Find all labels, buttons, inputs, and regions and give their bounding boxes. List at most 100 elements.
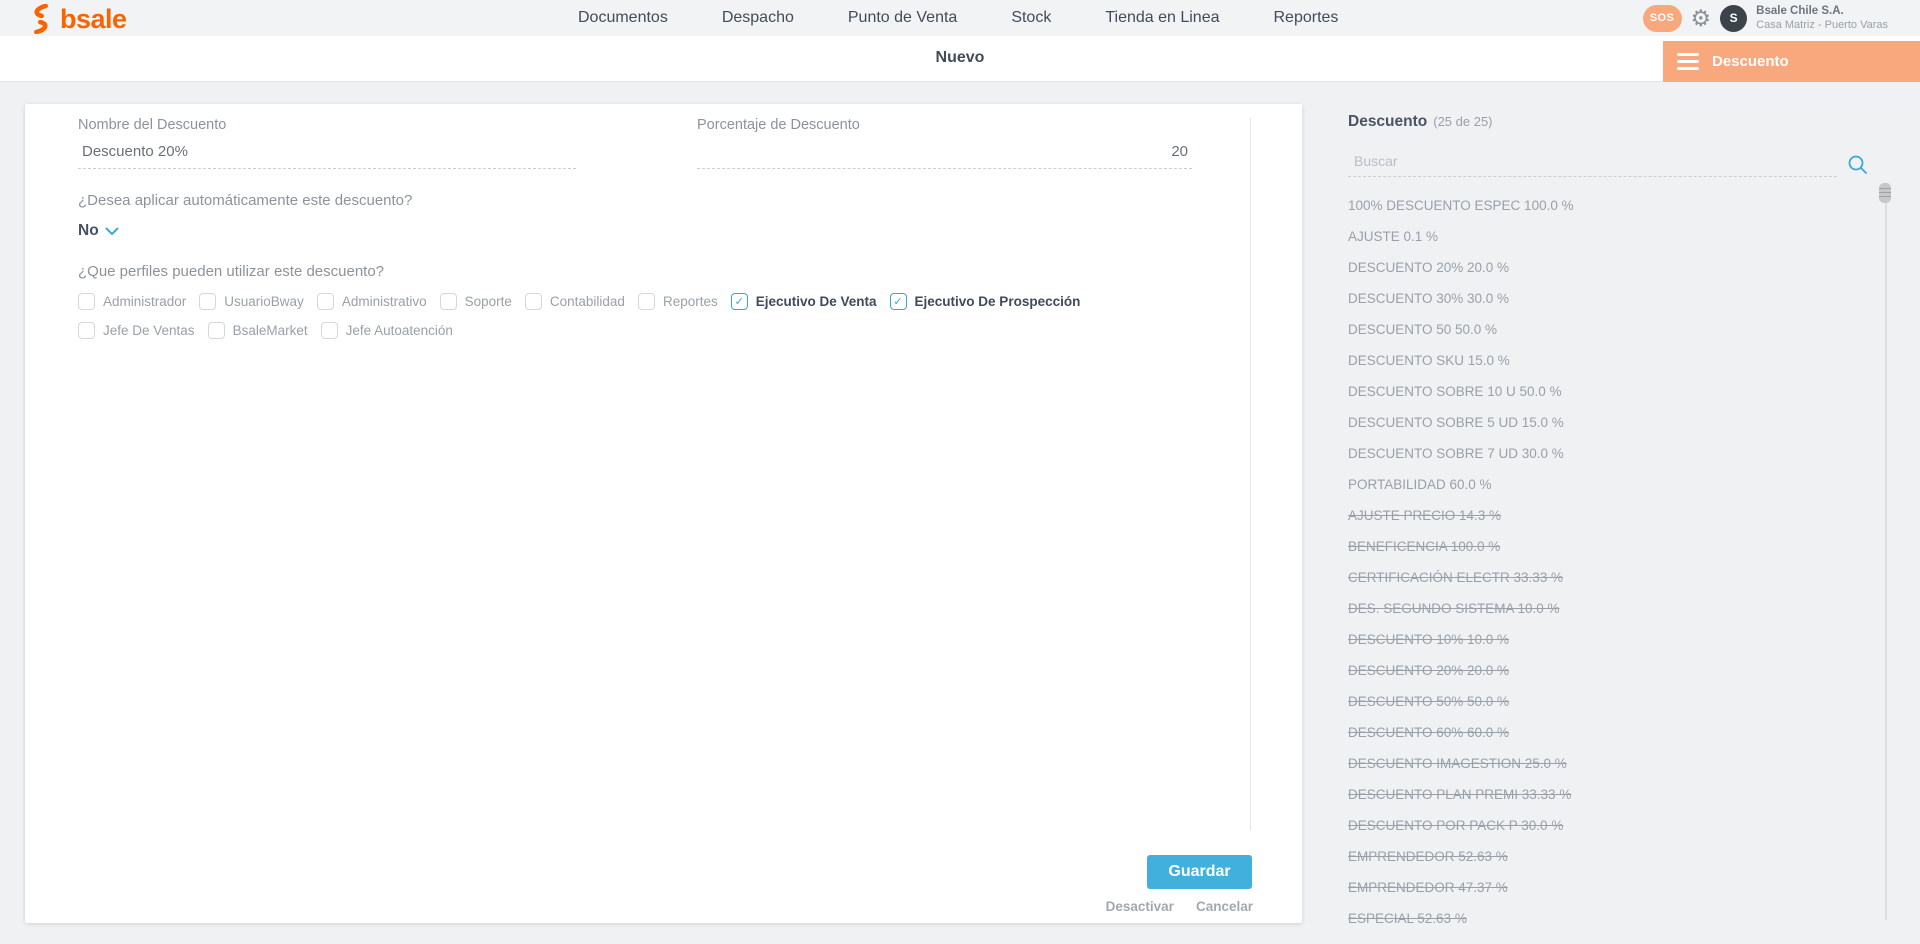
profile-label: Contabilidad xyxy=(550,294,625,309)
discount-list-item[interactable]: AJUSTE PRECIO 14.3 % xyxy=(1348,500,1868,531)
nav-tab-stock[interactable]: Stock xyxy=(1011,9,1051,27)
sos-button[interactable]: SOS xyxy=(1643,5,1682,32)
company-branch: Casa Matriz - Puerto Varas xyxy=(1756,18,1888,32)
nav-tab-punto-de-venta[interactable]: Punto de Venta xyxy=(848,9,957,27)
checkbox-unchecked-icon[interactable] xyxy=(317,293,334,310)
menu-icon[interactable] xyxy=(1677,53,1699,70)
profile-checkbox-usuariobway[interactable]: UsuarioBway xyxy=(199,293,304,310)
discount-list-item[interactable]: DESCUENTO SOBRE 5 UD 15.0 % xyxy=(1348,407,1868,438)
discount-list-item[interactable]: DESCUENTO 50 50.0 % xyxy=(1348,314,1868,345)
sidebar-header: Descuento (25 de 25) xyxy=(1348,113,1868,131)
discount-list-item[interactable]: BENEFICENCIA 100.0 % xyxy=(1348,531,1868,562)
discount-list-item[interactable]: 100% DESCUENTO ESPEC 100.0 % xyxy=(1348,190,1868,221)
subnav-bar: Nuevo xyxy=(0,36,1920,82)
discount-name-input[interactable] xyxy=(78,143,576,169)
profile-checkbox-contabilidad[interactable]: Contabilidad xyxy=(525,293,625,310)
profile-checkbox-bsalemarket[interactable]: BsaleMarket xyxy=(208,322,308,339)
bsale-logo-text: bsale xyxy=(60,4,127,34)
discount-list-item[interactable]: DES. SEGUNDO SISTEMA 10.0 % xyxy=(1348,593,1868,624)
profile-label: Soporte xyxy=(465,294,512,309)
discount-list-item[interactable]: DESCUENTO SOBRE 7 UD 30.0 % xyxy=(1348,438,1868,469)
checkbox-unchecked-icon[interactable] xyxy=(525,293,542,310)
sidebar-scrollbar-thumb[interactable] xyxy=(1879,183,1891,203)
checkbox-unchecked-icon[interactable] xyxy=(78,322,95,339)
discount-percentage-input[interactable] xyxy=(697,143,1192,169)
company-name: Bsale Chile S.A. xyxy=(1756,4,1888,18)
profile-checkbox-soporte[interactable]: Soporte xyxy=(440,293,512,310)
profile-checkbox-jefe-autoatencion[interactable]: Jefe Autoatención xyxy=(321,322,453,339)
profile-checkbox-administrativo[interactable]: Administrativo xyxy=(317,293,427,310)
sidebar-scrollbar-track[interactable] xyxy=(1885,183,1887,920)
nav-tab-documentos[interactable]: Documentos xyxy=(578,9,668,27)
checkbox-unchecked-icon[interactable] xyxy=(638,293,655,310)
discount-list-item[interactable]: CERTIFICACIÓN ELECTR 33.33 % xyxy=(1348,562,1868,593)
sidebar-title: Descuento xyxy=(1348,113,1427,131)
chevron-down-icon xyxy=(105,227,119,236)
auto-apply-value: No xyxy=(78,222,99,240)
profile-label: Ejecutivo De Venta xyxy=(756,294,877,309)
discount-list-item[interactable]: DESCUENTO SOBRE 10 U 50.0 % xyxy=(1348,376,1868,407)
discount-list-item[interactable]: DESCUENTO 20% 20.0 % xyxy=(1348,655,1868,686)
search-input[interactable] xyxy=(1348,153,1837,177)
discount-form-card: Nombre del Descuento Porcentaje de Descu… xyxy=(25,104,1302,923)
checkbox-unchecked-icon[interactable] xyxy=(199,293,216,310)
gear-icon[interactable]: ⚙ xyxy=(1691,5,1712,32)
profile-checkbox-administrador[interactable]: Administrador xyxy=(78,293,186,310)
discount-list-item[interactable]: PORTABILIDAD 60.0 % xyxy=(1348,469,1868,500)
discount-list-item[interactable]: DESCUENTO SKU 15.0 % xyxy=(1348,345,1868,376)
search-icon[interactable] xyxy=(1847,154,1868,175)
discount-list-item[interactable]: AJUSTE 0.1 % xyxy=(1348,221,1868,252)
checkbox-unchecked-icon[interactable] xyxy=(208,322,225,339)
checkbox-checked-icon[interactable]: ✓ xyxy=(731,293,748,310)
discount-list-item[interactable]: EMPRENDEDOR 47.37 % xyxy=(1348,872,1868,903)
profile-checkbox-jefe-de-ventas[interactable]: Jefe De Ventas xyxy=(78,322,195,339)
deactivate-link[interactable]: Desactivar xyxy=(1106,899,1174,914)
profile-label: Ejecutivo De Prospección xyxy=(915,294,1081,309)
discount-list-item[interactable]: ESPECIAL 52.63 % xyxy=(1348,903,1868,934)
discount-list-item[interactable]: DESCUENTO POR PACK P 30.0 % xyxy=(1348,810,1868,841)
profile-checkbox-ejecutivo-de-prospeccion[interactable]: ✓ Ejecutivo De Prospección xyxy=(890,293,1081,310)
discount-list-item[interactable]: DESCUENTO 30% 30.0 % xyxy=(1348,283,1868,314)
discount-form: Nombre del Descuento Porcentaje de Descu… xyxy=(78,117,1192,339)
profile-label: Jefe De Ventas xyxy=(103,323,195,338)
discount-list-item[interactable]: EMPRENDEDOR 52.63 % xyxy=(1348,841,1868,872)
card-divider xyxy=(1250,118,1251,830)
discount-sidebar: Descuento (25 de 25) 100% DESCUENTO ESPE… xyxy=(1348,113,1868,934)
profile-checkbox-ejecutivo-de-venta[interactable]: ✓ Ejecutivo De Venta xyxy=(731,293,877,310)
bsale-logo[interactable]: bsale xyxy=(28,4,127,34)
cancel-link[interactable]: Cancelar xyxy=(1196,899,1253,914)
profile-checkbox-reportes[interactable]: Reportes xyxy=(638,293,718,310)
sidebar-search xyxy=(1348,153,1868,177)
checkbox-unchecked-icon[interactable] xyxy=(440,293,457,310)
discount-list-item[interactable]: DESCUENTO 20% 20.0 % xyxy=(1348,252,1868,283)
discount-list-item[interactable]: DESCUENTO IMAGESTION 25.0 % xyxy=(1348,748,1868,779)
profile-label: Reportes xyxy=(663,294,718,309)
save-button[interactable]: Guardar xyxy=(1147,855,1252,889)
discount-list-item[interactable]: DESCUENTO PLAN PREMI 33.33 % xyxy=(1348,779,1868,810)
subnav-title[interactable]: Nuevo xyxy=(0,49,1920,67)
percentage-field-label: Porcentaje de Descuento xyxy=(697,117,1192,133)
discount-list: 100% DESCUENTO ESPEC 100.0 %AJUSTE 0.1 %… xyxy=(1348,190,1868,934)
checkbox-unchecked-icon[interactable] xyxy=(78,293,95,310)
profile-label: Administrativo xyxy=(342,294,427,309)
profile-label: UsuarioBway xyxy=(224,294,304,309)
checkbox-checked-icon[interactable]: ✓ xyxy=(890,293,907,310)
nav-tab-tienda-en-linea[interactable]: Tienda en Linea xyxy=(1105,9,1219,27)
top-navbar: bsale Documentos Despacho Punto de Venta St… xyxy=(0,0,1920,36)
discount-list-item[interactable]: DESCUENTO 50% 50.0 % xyxy=(1348,686,1868,717)
company-info[interactable]: Bsale Chile S.A. Casa Matriz - Puerto Va… xyxy=(1756,4,1888,32)
discount-panel-header[interactable]: Descuento xyxy=(1663,41,1920,82)
form-links: Desactivar Cancelar xyxy=(1039,899,1253,914)
profile-label: Administrador xyxy=(103,294,186,309)
top-right-controls: SOS ⚙ S Bsale Chile S.A. Casa Matriz - P… xyxy=(1643,4,1888,32)
auto-apply-select[interactable]: No xyxy=(78,222,119,240)
profile-label: BsaleMarket xyxy=(233,323,308,338)
discount-list-item[interactable]: DESCUENTO 10% 10.0 % xyxy=(1348,624,1868,655)
checkbox-unchecked-icon[interactable] xyxy=(321,322,338,339)
auto-apply-question: ¿Desea aplicar automáticamente este desc… xyxy=(78,192,1192,209)
nav-tab-reportes[interactable]: Reportes xyxy=(1274,9,1339,27)
nav-tab-despacho[interactable]: Despacho xyxy=(722,9,794,27)
profile-label: Jefe Autoatención xyxy=(346,323,453,338)
user-avatar[interactable]: S xyxy=(1720,5,1747,32)
discount-list-item[interactable]: DESCUENTO 60% 60.0 % xyxy=(1348,717,1868,748)
